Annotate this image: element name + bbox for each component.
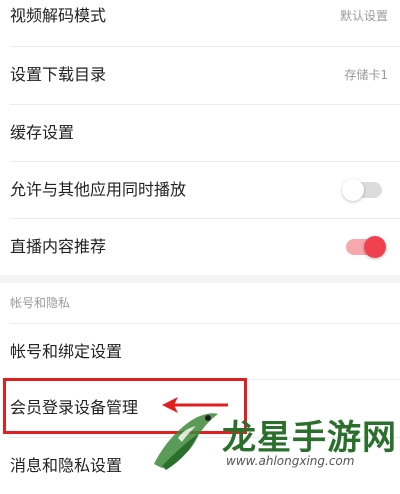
watermark-logo: 龙星手游网 www.ahlongxing.com: [148, 408, 400, 474]
live-recommend-row: 直播内容推荐: [0, 219, 400, 275]
download-dir-row[interactable]: 设置下载目录 存储卡1: [0, 47, 400, 103]
live-recommend-toggle[interactable]: [346, 236, 386, 258]
account-binding-row[interactable]: 帐号和绑定设置: [0, 324, 400, 380]
toggle-knob: [364, 236, 386, 258]
download-dir-value: 存储卡1: [344, 68, 388, 82]
section-gap: [0, 275, 400, 283]
account-binding-label: 帐号和绑定设置: [10, 342, 123, 361]
download-dir-label: 设置下载目录: [10, 65, 107, 84]
background-play-label: 允许与其他应用同时播放: [10, 180, 187, 199]
background-play-row: 允许与其他应用同时播放: [0, 162, 400, 218]
background-play-toggle[interactable]: [342, 179, 382, 201]
watermark-url: www.ahlongxing.com: [226, 454, 355, 468]
video-decode-row[interactable]: 视频解码模式 默认设置: [0, 0, 400, 44]
section-header-account-privacy: 帐号和隐私: [10, 296, 71, 310]
cache-settings-row[interactable]: 缓存设置: [0, 105, 400, 161]
cache-settings-label: 缓存设置: [10, 123, 75, 142]
video-decode-value: 默认设置: [339, 9, 388, 23]
dragon-logo-icon: [154, 413, 218, 470]
live-recommend-label: 直播内容推荐: [10, 237, 107, 256]
video-decode-label: 视频解码模式: [10, 6, 107, 25]
message-privacy-label: 消息和隐私设置: [10, 456, 123, 475]
toggle-knob: [342, 179, 364, 201]
watermark-title: 龙星手游网: [222, 418, 397, 458]
